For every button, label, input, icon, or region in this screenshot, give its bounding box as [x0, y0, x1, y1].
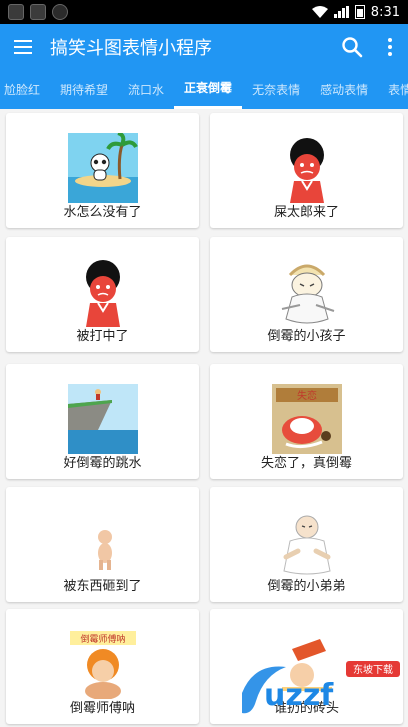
svg-text:失恋: 失恋 [297, 389, 317, 402]
sticker-card[interactable]: 倒霉师傅呐 倒霉师傅呐 [6, 609, 199, 724]
sticker-card[interactable]: 倒霉的小孩子 [210, 237, 403, 352]
sticker-caption: 水怎么没有了 [63, 205, 142, 220]
more-vert-icon [388, 37, 392, 56]
tab-touched[interactable]: 感动表情 [310, 69, 378, 109]
sticker-card[interactable]: 好倒霉的跳水 [6, 364, 199, 479]
crying-character-image: 失恋 [271, 384, 342, 454]
app-notification-icon [30, 4, 46, 20]
tab-bad-luck[interactable]: 正衰倒霉 [174, 69, 243, 109]
sticker-caption: 被东西砸到了 [63, 579, 142, 594]
status-bar: 8:31 [0, 0, 408, 24]
menu-button[interactable] [0, 24, 46, 69]
tab-drool[interactable]: 流口水 [118, 69, 174, 109]
sticker-card[interactable]: 被打中了 [6, 237, 199, 352]
afro-red-face-image [85, 260, 120, 327]
uzzf-watermark-logo: uzzf 东坡下载 [242, 661, 400, 714]
sticker-card[interactable]: 被东西砸到了 [6, 487, 199, 602]
battery-icon [354, 5, 365, 19]
wifi-icon [311, 6, 328, 18]
tab-emoji[interactable]: 表情 [378, 69, 408, 109]
beach-panda-image [67, 133, 138, 203]
app-title: 搞笑斗图表情小程序 [50, 37, 212, 59]
search-button[interactable] [332, 24, 372, 69]
small-baby-image [97, 530, 112, 570]
sticker-caption: 失恋了，真倒霉 [260, 456, 352, 471]
app-bar: 搞笑斗图表情小程序 [0, 24, 408, 69]
sketch-kid-image [281, 264, 334, 324]
sticker-card[interactable]: 水怎么没有了 [6, 113, 199, 228]
watermark-tag: 东坡下载 [353, 663, 393, 676]
tab-hope[interactable]: 期待希望 [50, 69, 118, 109]
sticker-caption: 倒霉师傅呐 [69, 701, 135, 716]
baby-with-sign-image: 倒霉师傅呐 [69, 631, 136, 699]
tab-blush[interactable]: 尬脸红 [0, 69, 50, 109]
sticker-card[interactable]: 倒霉的小弟弟 [210, 487, 403, 602]
old-baby-image [282, 515, 331, 575]
signal-icon [333, 6, 349, 18]
wechat-notification-icon [52, 4, 68, 20]
tab-helpless[interactable]: 无奈表情 [242, 69, 310, 109]
sticker-card[interactable]: 失恋 失恋了，真倒霉 [210, 364, 403, 479]
notification-icons [8, 4, 68, 20]
sticker-card[interactable]: 屎太郎来了 [210, 113, 403, 228]
sticker-sign-text: 倒霉师傅呐 [80, 633, 125, 645]
hamburger-menu-icon [14, 39, 32, 54]
sticker-caption: 倒霉的小孩子 [267, 329, 346, 344]
category-tabs: 尬脸红 期待希望 流口水 正衰倒霉 无奈表情 感动表情 表情 [0, 69, 408, 109]
app-notification-icon [8, 4, 24, 20]
sticker-caption: 被打中了 [76, 329, 129, 344]
search-icon [342, 36, 363, 57]
watermark-brand: uzzf [264, 678, 334, 713]
diving-cliff-image [67, 384, 138, 454]
sticker-caption: 屎太郎来了 [273, 205, 339, 220]
afro-red-face-image [289, 138, 324, 203]
sticker-grid: 水怎么没有了 屎太郎来了 被打中了 倒霉的小孩子 好倒霉的跳水 失恋 失恋了，真… [0, 109, 408, 727]
sticker-caption: 倒霉的小弟弟 [267, 579, 346, 594]
more-options-button[interactable] [372, 24, 408, 69]
status-time: 8:31 [370, 4, 400, 20]
sticker-caption: 好倒霉的跳水 [63, 456, 142, 471]
